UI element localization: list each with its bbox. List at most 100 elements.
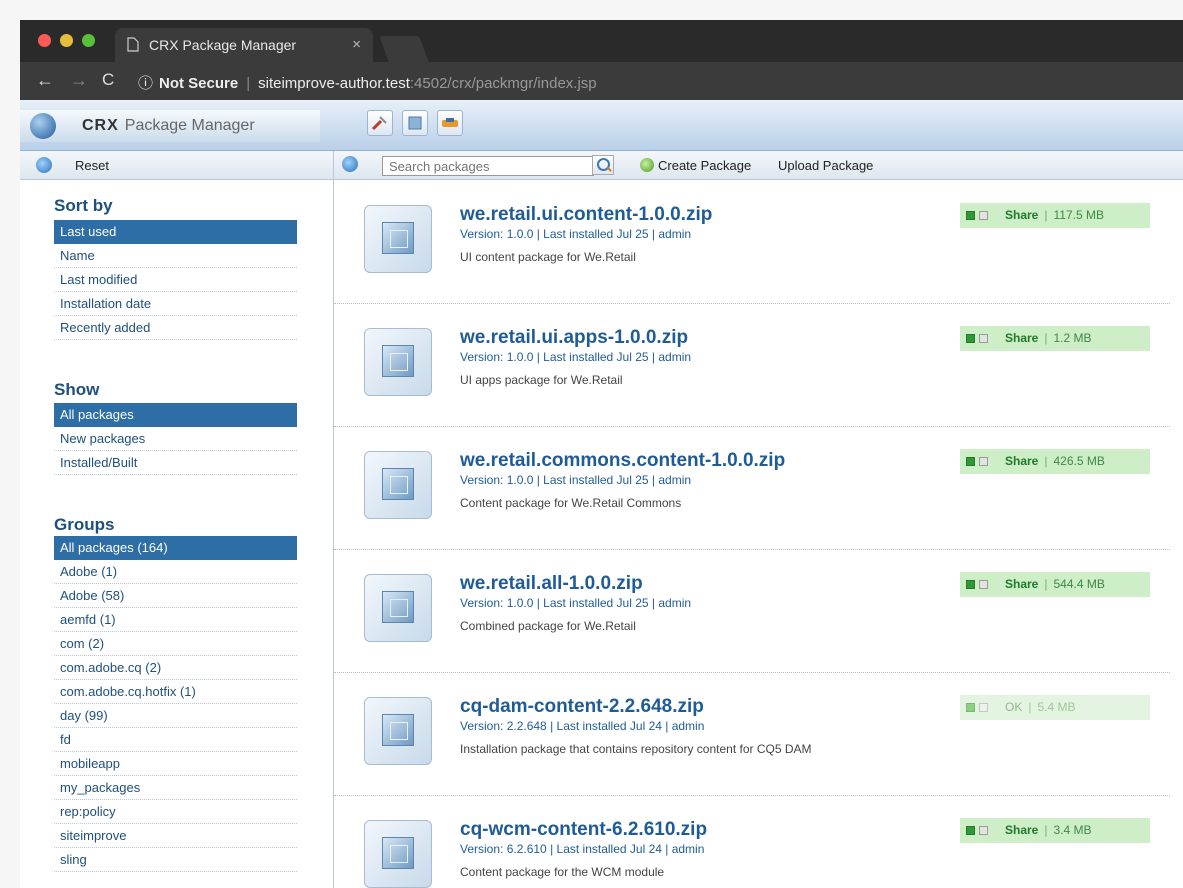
back-arrow-icon[interactable]: ← xyxy=(36,70,54,91)
status-separator: | xyxy=(1044,331,1048,345)
package-cube-icon[interactable] xyxy=(364,451,432,519)
package-status-badge: Share | 3.4 MB xyxy=(960,818,1150,843)
plus-circle-icon xyxy=(640,158,654,172)
new-tab-button[interactable] xyxy=(379,36,429,62)
reset-button[interactable]: Reset xyxy=(75,158,109,173)
package-name-link[interactable]: we.retail.commons.content-1.0.0.zip xyxy=(460,450,785,472)
group-item[interactable]: Adobe (1) xyxy=(54,560,297,584)
close-window-button[interactable] xyxy=(38,34,51,47)
package-name-link[interactable]: we.retail.ui.apps-1.0.0.zip xyxy=(460,327,688,349)
status-separator: | xyxy=(1044,577,1048,591)
show-heading: Show xyxy=(54,380,100,399)
reload-icon[interactable]: C xyxy=(102,70,114,90)
package-row[interactable]: cq-wcm-content-6.2.610.zip Version: 6.2.6… xyxy=(334,795,1170,888)
package-row[interactable]: we.retail.ui.apps-1.0.0.zip Version: 1.0.… xyxy=(334,303,1170,427)
package-description: UI content package for We.Retail xyxy=(460,250,636,264)
group-item[interactable]: com.adobe.cq (2) xyxy=(54,656,297,680)
group-item[interactable]: day (99) xyxy=(54,704,297,728)
share-link: OK xyxy=(1005,700,1023,714)
show-option-item[interactable]: All packages xyxy=(54,403,297,427)
status-separator: | xyxy=(1044,208,1048,222)
share-link[interactable]: Share xyxy=(1005,454,1038,468)
package-version: Version: 1.0.0 | Last installed Jul 25 |… xyxy=(460,596,692,610)
status-text: Share | 544.4 MB xyxy=(1005,572,1105,597)
modified-indicator-icon xyxy=(979,211,988,220)
group-item[interactable]: com (2) xyxy=(54,632,297,656)
package-size: 426.5 MB xyxy=(1053,454,1105,468)
package-cube-icon[interactable] xyxy=(364,697,432,765)
status-separator: | xyxy=(1028,700,1032,714)
sort-option-item[interactable]: Last modified xyxy=(54,268,297,292)
package-size: 1.2 MB xyxy=(1053,331,1092,345)
create-package-button[interactable]: Create Package xyxy=(640,158,751,173)
close-tab-icon[interactable]: × xyxy=(352,36,361,53)
installed-indicator-icon xyxy=(966,826,975,835)
package-name-link[interactable]: we.retail.all-1.0.0.zip xyxy=(460,573,643,595)
group-item[interactable]: mobileapp xyxy=(54,752,297,776)
group-item[interactable]: aemfd (1) xyxy=(54,608,297,632)
refresh-icon[interactable] xyxy=(36,157,52,173)
sort-by-list: Last used Name Last modified Installation d… xyxy=(54,220,297,340)
forward-arrow-icon[interactable]: → xyxy=(70,70,88,91)
group-item[interactable]: sling xyxy=(54,848,297,872)
package-cube-icon[interactable] xyxy=(364,328,432,396)
page-icon xyxy=(127,37,139,52)
groups-list: All packages (164) Adobe (1) Adobe (58) aem… xyxy=(54,536,297,872)
share-link[interactable]: Share xyxy=(1005,331,1038,345)
package-row[interactable]: we.retail.commons.content-1.0.0.zip Versi… xyxy=(334,426,1170,550)
sort-option-item[interactable]: Name xyxy=(54,244,297,268)
package-name-link[interactable]: cq-wcm-content-6.2.610.zip xyxy=(460,819,707,841)
sort-option-item[interactable]: Installation date xyxy=(54,292,297,316)
url-path: :4502/crx/packmgr/index.jsp xyxy=(409,75,597,92)
browser-tab[interactable]: CRX Package Manager × xyxy=(115,28,373,62)
brand: CRX Package Manager xyxy=(20,110,320,142)
share-link[interactable]: Share xyxy=(1005,208,1038,222)
group-item[interactable]: my_packages xyxy=(54,776,297,800)
package-name-link[interactable]: we.retail.ui.content-1.0.0.zip xyxy=(460,204,712,226)
sort-option-item[interactable]: Last used xyxy=(54,220,297,244)
status-separator: | xyxy=(1044,823,1048,837)
refresh-icon[interactable] xyxy=(342,156,358,172)
tab-title: CRX Package Manager xyxy=(149,37,297,53)
group-item[interactable]: fd xyxy=(54,728,297,752)
filter-panel: Sort by Last used Name Last modified Instal… xyxy=(20,180,334,888)
installed-indicator-icon xyxy=(966,580,975,589)
url-separator: | xyxy=(246,75,251,92)
package-row[interactable]: we.retail.ui.content-1.0.0.zip Version: 1… xyxy=(334,180,1170,304)
share-link[interactable]: Share xyxy=(1005,823,1038,837)
url-field[interactable]: ⓘ Not Secure | siteimprove-author.test:4502… xyxy=(138,72,597,93)
zoom-window-button[interactable] xyxy=(82,34,95,47)
show-option-item[interactable]: Installed/Built xyxy=(54,451,297,475)
status-text: Share | 117.5 MB xyxy=(1005,203,1104,228)
packages-icon[interactable] xyxy=(402,110,428,136)
group-item[interactable]: All packages (164) xyxy=(54,536,297,560)
package-cube-icon[interactable] xyxy=(364,820,432,888)
package-share-icon[interactable] xyxy=(437,110,463,136)
upload-package-button[interactable]: Upload Package xyxy=(778,158,873,173)
status-text: OK | 5.4 MB xyxy=(1005,695,1075,720)
package-toolbar: Create Package Upload Package xyxy=(334,151,1183,180)
package-status-badge: OK | 5.4 MB xyxy=(960,695,1150,720)
group-item[interactable]: siteimprove xyxy=(54,824,297,848)
modified-indicator-icon xyxy=(979,457,988,466)
tools-icon[interactable] xyxy=(367,110,393,136)
modified-indicator-icon xyxy=(979,703,988,712)
show-option-item[interactable]: New packages xyxy=(54,427,297,451)
package-cube-icon[interactable] xyxy=(364,574,432,642)
package-row[interactable]: cq-dam-content-2.2.648.zip Version: 2.2.6… xyxy=(334,672,1170,796)
share-link[interactable]: Share xyxy=(1005,577,1038,591)
package-description: Content package for We.Retail Commons xyxy=(460,496,682,510)
package-name-link[interactable]: cq-dam-content-2.2.648.zip xyxy=(460,696,704,718)
sort-option-item[interactable]: Recently added xyxy=(54,316,297,340)
search-button[interactable] xyxy=(592,155,614,175)
package-row[interactable]: we.retail.all-1.0.0.zip Version: 1.0.0 | … xyxy=(334,549,1170,673)
minimize-window-button[interactable] xyxy=(60,34,73,47)
installed-indicator-icon xyxy=(966,703,975,712)
search-input[interactable] xyxy=(382,156,594,176)
package-version: Version: 1.0.0 | Last installed Jul 25 |… xyxy=(460,350,692,364)
package-size: 544.4 MB xyxy=(1053,577,1105,591)
group-item[interactable]: com.adobe.cq.hotfix (1) xyxy=(54,680,297,704)
package-cube-icon[interactable] xyxy=(364,205,432,273)
group-item[interactable]: rep:policy xyxy=(54,800,297,824)
group-item[interactable]: Adobe (58) xyxy=(54,584,297,608)
